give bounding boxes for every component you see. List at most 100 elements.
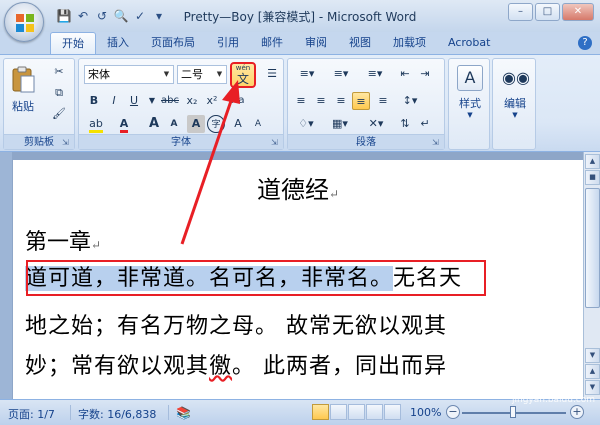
shading-icon[interactable]: ♢▾ [292,115,320,133]
line-spacing-icon[interactable]: ↕▾ [396,92,424,110]
word-count[interactable]: 字数: 16/6,838 [78,406,156,422]
font-name-combo[interactable]: 宋体 ▼ [84,65,174,84]
numbering-icon[interactable]: ≡▾ [326,65,356,83]
zoom-in-icon[interactable]: + [570,405,584,419]
tab-references[interactable]: 引用 [206,32,250,54]
distributed-icon[interactable]: ≡ [374,92,392,110]
tab-insert[interactable]: 插入 [96,32,140,54]
increase-indent-icon[interactable]: ⇥ [416,65,434,83]
borders-icon[interactable]: ▦▾ [326,115,354,133]
proofing-icon[interactable]: 📚 [176,406,191,420]
maximize-button[interactable]: □ [535,3,560,21]
subscript-button[interactable]: x₂ [183,92,201,110]
zoom-slider-knob[interactable] [510,406,516,418]
tab-review[interactable]: 审阅 [294,32,338,54]
font-launcher-icon[interactable]: ⇲ [271,138,280,147]
text-line-3: 妙；常有欲以观其徼。 此两者，同出而异 [25,348,447,380]
justify-icon[interactable]: ≡ [352,92,370,110]
spelling-icon[interactable]: ✓ [132,8,148,24]
grow-a-button[interactable]: A [229,115,247,133]
text-line-3-post: 。 此两者，同出而异 [232,354,448,379]
align-left-icon[interactable]: ≡ [292,92,310,110]
strikethrough-button[interactable]: abc [159,92,181,110]
font-name-value: 宋体 [88,68,110,81]
clipboard-launcher-icon[interactable]: ⇲ [62,138,71,147]
shrink-a-button[interactable]: A [249,115,267,133]
sort-icon[interactable]: ⇅ [396,115,414,133]
copy-icon[interactable]: ⧉ [50,84,68,102]
underline-button[interactable]: U [125,92,143,110]
zoom-out-icon[interactable]: − [446,405,460,419]
scroll-up-icon[interactable]: ▲ [585,154,600,169]
customize-icon[interactable]: ▾ [151,8,167,24]
office-button[interactable] [4,2,44,42]
undo-icon[interactable]: ↶ [75,8,91,24]
tab-view[interactable]: 视图 [338,32,382,54]
tab-mailings[interactable]: 邮件 [250,32,294,54]
paragraph-launcher-icon[interactable]: ⇲ [432,138,441,147]
phonetic-guide-button[interactable]: wén 文 [230,62,256,88]
minimize-button[interactable]: – [508,3,533,21]
next-page-icon[interactable]: ▼ [585,380,600,395]
italic-button[interactable]: I [105,92,123,110]
divider [168,405,169,420]
cut-icon[interactable]: ✂ [50,63,68,81]
help-icon[interactable]: ? [578,36,592,50]
scroll-thumb[interactable] [585,188,600,308]
font-size-combo[interactable]: 二号 ▼ [177,65,227,84]
text-line-3-pre: 妙；常有欲以观其 [25,354,210,379]
editing-button[interactable]: ◉◉ 编辑 ▼ [498,65,532,119]
font-color-icon[interactable]: A [115,115,133,133]
tab-acrobat[interactable]: Acrobat [437,32,501,54]
chinese-layout-icon[interactable]: ✕▾ [362,115,390,133]
superscript-button[interactable]: x² [203,92,221,110]
paste-button[interactable]: 粘贴 [8,65,38,114]
draft-icon[interactable] [384,404,401,420]
close-button[interactable]: ✕ [562,3,594,21]
web-layout-icon[interactable] [348,404,365,420]
phonetic-guide-char: 文 [236,72,249,86]
chapter-heading: 第一章↵ [25,224,101,256]
grow-font-button[interactable]: A [145,115,163,133]
change-case-icon[interactable]: ☰ [262,65,282,83]
vertical-scrollbar[interactable]: ▲ ■ ▼ ▲ ▼ [583,152,600,399]
chevron-down-icon[interactable]: ▼ [214,67,225,82]
tab-home[interactable]: 开始 [50,32,96,54]
full-screen-reading-icon[interactable] [330,404,347,420]
align-right-icon[interactable]: ≡ [332,92,350,110]
document-page[interactable]: 道德经↵ 第一章↵ 道可道，非常道。名可名，非常名。无名天 地之始；有名万物之母… [13,160,583,399]
document-title: 道德经↵ [13,170,583,205]
zoom-level[interactable]: 100% [410,406,441,419]
text-line-2: 地之始；有名万物之母。 故常无欲以观其 [25,314,447,339]
decrease-indent-icon[interactable]: ⇤ [396,65,414,83]
multilevel-list-icon[interactable]: ≡▾ [360,65,390,83]
bold-button[interactable]: B [85,92,103,110]
page-indicator[interactable]: 页面: 1/7 [8,406,55,422]
spelling-error-text[interactable]: 徼 [209,354,232,379]
chevron-down-icon[interactable]: ▼ [161,67,172,82]
enclose-characters-button[interactable]: 字 [207,115,225,133]
tab-addins[interactable]: 加载项 [382,32,437,54]
ruler-toggle-icon[interactable]: ■ [585,170,600,185]
align-center-icon[interactable]: ≡ [312,92,330,110]
scroll-down-icon[interactable]: ▼ [585,348,600,363]
outline-icon[interactable] [366,404,383,420]
character-shading-button[interactable]: A [187,115,205,133]
clear-formatting-button[interactable]: Aa [227,92,249,110]
clipboard-group: 粘贴 ✂ ⧉ 🖌 剪贴板 ⇲ [3,58,75,150]
bullets-icon[interactable]: ≡▾ [292,65,322,83]
quick-access-toolbar: 💾 ↶ ↺ 🔍 ✓ ▾ [56,7,167,25]
save-icon[interactable]: 💾 [56,8,72,24]
previous-page-icon[interactable]: ▲ [585,364,600,379]
vertical-ruler [0,152,12,399]
highlight-color-icon[interactable]: ab [85,115,107,133]
shrink-font-button[interactable]: A [165,115,183,133]
tab-page-layout[interactable]: 页面布局 [140,32,206,54]
print-preview-icon[interactable]: 🔍 [113,8,129,24]
redo-icon[interactable]: ↺ [94,8,110,24]
format-painter-icon[interactable]: 🖌 [50,105,68,123]
styles-button[interactable]: A 样式 ▼ [453,65,487,119]
show-marks-icon[interactable]: ↵ [416,115,434,133]
selected-text[interactable]: 道可道，非常道。名可名，非常名。 [25,266,394,291]
print-layout-icon[interactable] [312,404,329,420]
